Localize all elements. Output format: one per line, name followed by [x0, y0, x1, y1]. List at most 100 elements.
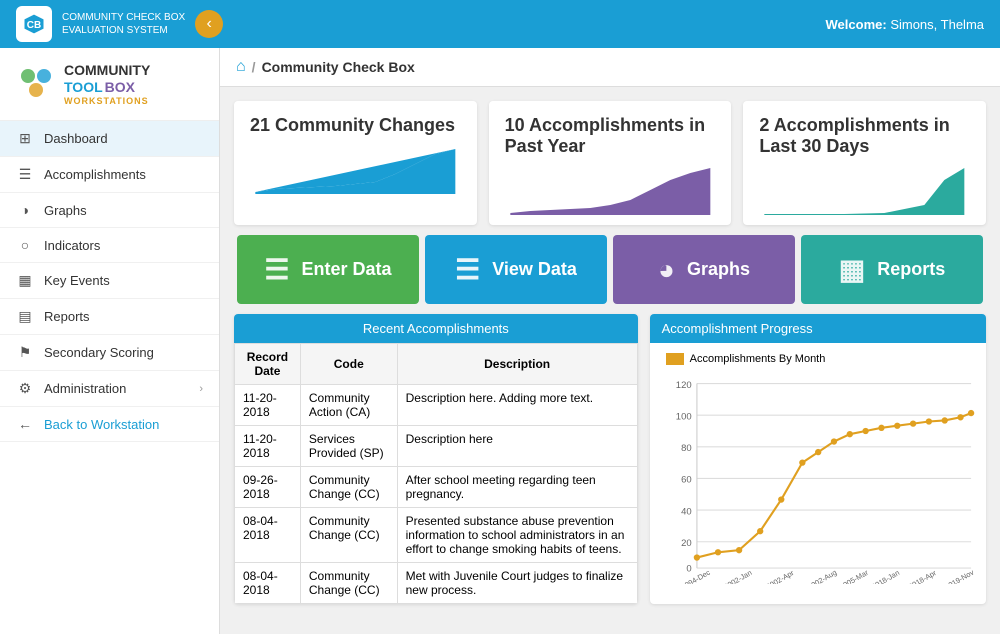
nav-list: ⊞ Dashboard ☰ Accomplishments ◑ Graphs ○…: [0, 121, 219, 442]
cell-desc: Presented substance abuse prevention inf…: [397, 508, 637, 563]
stat-card-changes: 21 Community Changes: [234, 101, 477, 225]
legend-color: [666, 353, 684, 365]
svg-text:CB: CB: [27, 20, 41, 31]
enter-data-button[interactable]: ☰ Enter Data: [237, 235, 419, 304]
cell-date: 11-20-2018: [235, 385, 301, 426]
sidebar-item-dashboard[interactable]: ⊞ Dashboard: [0, 121, 219, 157]
svg-text:100: 100: [675, 411, 691, 422]
sidebar: COMMUNITY TOOL BOX WORKSTATIONS ⊞ Dashbo…: [0, 48, 220, 634]
svg-text:2019-Nov: 2019-Nov: [943, 568, 975, 584]
svg-text:60: 60: [681, 475, 692, 486]
nav-label-administration: Administration: [44, 381, 126, 396]
enter-data-icon: ☰: [264, 253, 289, 286]
svg-text:2018-Jan: 2018-Jan: [870, 568, 901, 584]
cell-code: Community Change (CC): [300, 508, 397, 563]
nav-label-dashboard: Dashboard: [44, 131, 108, 146]
view-data-icon: ☰: [455, 253, 480, 286]
cell-code: Community Action (CA): [300, 385, 397, 426]
top-bar: CB COMMUNITY CHECK BOX EVALUATION SYSTEM…: [0, 0, 1000, 48]
cell-date: 08-04-2018: [235, 563, 301, 604]
home-icon[interactable]: ⌂: [236, 58, 246, 76]
svg-text:2005-Mar: 2005-Mar: [838, 568, 870, 584]
breadcrumb-page: Community Check Box: [262, 59, 415, 75]
view-data-button[interactable]: ☰ View Data: [425, 235, 607, 304]
table-row: 08-04-2018 Community Change (CC) Present…: [235, 508, 638, 563]
sidebar-item-accomplishments[interactable]: ☰ Accomplishments: [0, 157, 219, 193]
sidebar-logo: COMMUNITY TOOL BOX WORKSTATIONS: [0, 48, 219, 121]
cell-code: Services Provided (SP): [300, 426, 397, 467]
sidebar-item-graphs[interactable]: ◑ Graphs: [0, 193, 219, 228]
sidebar-item-administration[interactable]: ⚙ Administration ›: [0, 371, 219, 407]
cell-date: 11-20-2018: [235, 426, 301, 467]
chart-changes: [250, 144, 461, 194]
sidebar-item-back[interactable]: ← Back to Workstation: [0, 407, 219, 442]
stats-row: 21 Community Changes 10 Accomplishments …: [220, 87, 1000, 235]
main-layout: COMMUNITY TOOL BOX WORKSTATIONS ⊞ Dashbo…: [0, 48, 1000, 634]
nav-icon-secondary-scoring: ⚑: [16, 344, 34, 361]
table-row: 11-20-2018 Community Action (CA) Descrip…: [235, 385, 638, 426]
action-row: ☰ Enter Data ☰ View Data ◕ Graphs ▦ Repo…: [220, 235, 1000, 314]
nav-label-secondary-scoring: Secondary Scoring: [44, 345, 154, 360]
recent-accomplishments-table: Record Date Code Description 11-20-2018 …: [234, 343, 638, 604]
content-area: ⌂ / Community Check Box 21 Community Cha…: [220, 48, 1000, 634]
stat-label-changes: 21 Community Changes: [250, 115, 461, 136]
cell-date: 08-04-2018: [235, 508, 301, 563]
table-row: 08-04-2018 Community Change (CC) Met wit…: [235, 563, 638, 604]
graphs-button[interactable]: ◕ Graphs: [613, 235, 795, 304]
breadcrumb: ⌂ / Community Check Box: [220, 48, 1000, 87]
svg-text:20: 20: [681, 538, 692, 549]
sidebar-item-indicators[interactable]: ○ Indicators: [0, 228, 219, 263]
stat-label-30days: 2 Accomplishments in Last 30 Days: [759, 115, 970, 157]
chart-area: Accomplishments By Month 120: [650, 343, 986, 598]
table-row: 11-20-2018 Services Provided (SP) Descri…: [235, 426, 638, 467]
app-logo: CB: [16, 6, 52, 42]
ctb-logo-text: COMMUNITY TOOL BOX WORKSTATIONS: [64, 62, 150, 106]
svg-text:2002-Jan: 2002-Jan: [722, 568, 753, 584]
svg-text:40: 40: [681, 506, 692, 517]
stat-card-30days: 2 Accomplishments in Last 30 Days: [743, 101, 986, 225]
col-date: Record Date: [235, 344, 301, 385]
nav-label-back: Back to Workstation: [44, 417, 159, 432]
chevron-icon: ›: [199, 383, 203, 395]
cell-date: 09-26-2018: [235, 467, 301, 508]
graphs-icon: ◕: [658, 254, 675, 286]
nav-label-accomplishments: Accomplishments: [44, 167, 146, 182]
cell-code: Community Change (CC): [300, 467, 397, 508]
sidebar-item-secondary-scoring[interactable]: ⚑ Secondary Scoring: [0, 335, 219, 371]
cell-desc: After school meeting regarding teen preg…: [397, 467, 637, 508]
back-chevron-button[interactable]: ‹: [195, 10, 223, 38]
top-bar-left: CB COMMUNITY CHECK BOX EVALUATION SYSTEM…: [16, 6, 223, 42]
nav-icon-back: ←: [16, 416, 34, 432]
welcome-message: Welcome: Simons, Thelma: [826, 17, 984, 32]
progress-chart-panel: Accomplishment Progress Accomplishments …: [650, 314, 986, 604]
app-title: COMMUNITY CHECK BOX EVALUATION SYSTEM: [62, 11, 185, 37]
chart-legend: Accomplishments By Month: [660, 353, 976, 365]
legend-label: Accomplishments By Month: [690, 353, 826, 365]
nav-icon-graphs: ◑: [16, 202, 34, 218]
recent-table-body: 11-20-2018 Community Action (CA) Descrip…: [235, 385, 638, 604]
svg-text:0: 0: [686, 563, 691, 574]
nav-label-reports: Reports: [44, 309, 90, 324]
svg-text:2002-Apr: 2002-Apr: [764, 568, 795, 584]
recent-table-header: Recent Accomplishments: [234, 314, 638, 343]
nav-icon-reports: ▤: [16, 308, 34, 325]
sidebar-item-key-events[interactable]: ▦ Key Events: [0, 263, 219, 299]
svg-text:2018-Apr: 2018-Apr: [907, 568, 938, 584]
nav-label-graphs: Graphs: [44, 203, 87, 218]
ctb-logo-icon: [16, 64, 56, 104]
nav-label-indicators: Indicators: [44, 238, 100, 253]
recent-accomplishments-panel: Recent Accomplishments Record Date Code …: [234, 314, 638, 604]
sidebar-item-reports[interactable]: ▤ Reports: [0, 299, 219, 335]
reports-icon: ▦: [839, 253, 865, 286]
nav-icon-administration: ⚙: [16, 380, 34, 397]
table-row: 09-26-2018 Community Change (CC) After s…: [235, 467, 638, 508]
stat-card-past-year: 10 Accomplishments in Past Year: [489, 101, 732, 225]
svg-text:2002-Aug: 2002-Aug: [806, 568, 838, 584]
col-description: Description: [397, 344, 637, 385]
nav-icon-indicators: ○: [16, 237, 34, 253]
cell-desc: Met with Juvenile Court judges to finali…: [397, 563, 637, 604]
reports-button[interactable]: ▦ Reports: [801, 235, 983, 304]
cell-desc: Description here. Adding more text.: [397, 385, 637, 426]
progress-chart-svg: 120 100 80 60 40 20 0: [660, 373, 976, 584]
nav-label-key-events: Key Events: [44, 273, 110, 288]
